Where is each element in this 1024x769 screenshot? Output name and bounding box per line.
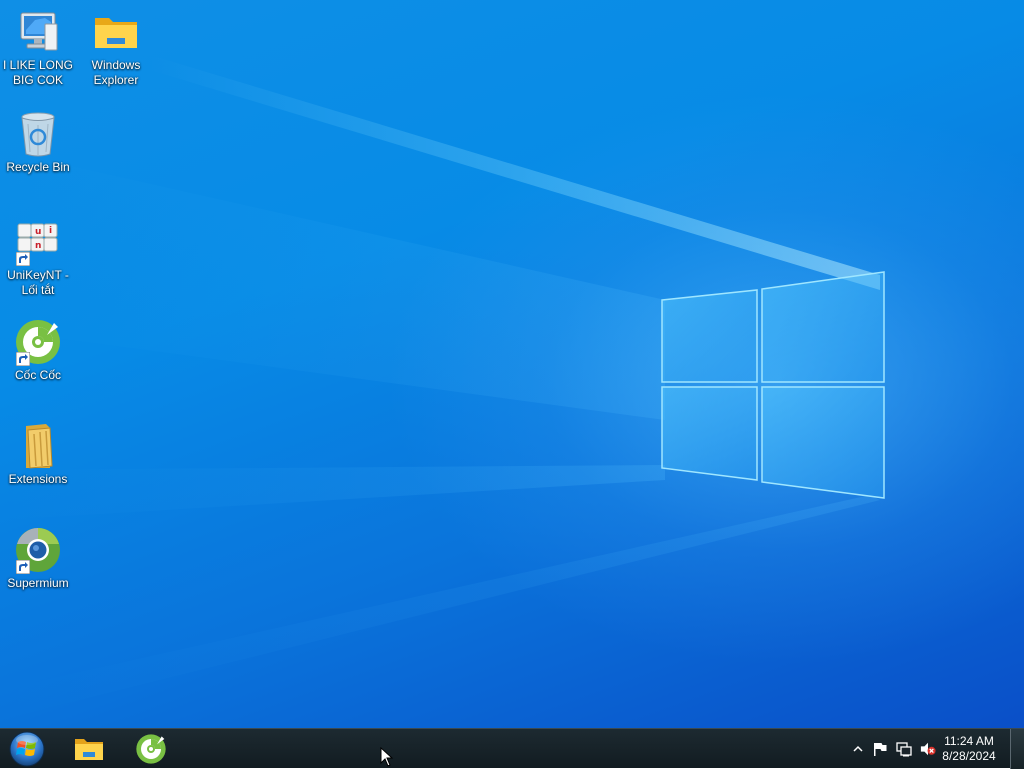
network-icon[interactable]	[896, 741, 912, 757]
svg-text:i: i	[49, 226, 52, 236]
desktop-icon-label: Cốc Cốc	[14, 368, 61, 382]
folder-icon	[92, 8, 140, 56]
show-hidden-icons-icon[interactable]	[850, 741, 866, 757]
clock-time: 11:24 AM	[944, 734, 994, 748]
desktop-icon-unikeynt[interactable]: u i n UniKeyNT - Lối tắt	[0, 218, 76, 298]
taskbar-app-coccoc[interactable]	[127, 731, 175, 767]
taskbar-clock[interactable]: 11:24 AM 8/28/2024	[938, 734, 1000, 764]
start-button[interactable]	[6, 730, 48, 768]
desktop-icon-coccoc[interactable]: Cốc Cốc	[0, 318, 76, 383]
svg-text:u: u	[35, 227, 41, 237]
computer-icon	[14, 8, 62, 56]
windows-start-icon	[9, 731, 45, 767]
folder-icon	[14, 422, 62, 470]
desktop-icon-extensions[interactable]: Extensions	[0, 422, 76, 487]
desktop-icon-label: Windows Explorer	[91, 58, 141, 87]
taskbar[interactable]: 11:24 AM 8/28/2024	[0, 728, 1024, 769]
desktop-icon-label: Supermium	[7, 576, 69, 590]
recycle-bin-icon	[14, 110, 62, 158]
desktop-icon-label: UniKeyNT - Lối tắt	[7, 268, 69, 297]
supermium-icon	[14, 526, 62, 574]
svg-text:n: n	[35, 241, 41, 251]
clock-date: 8/28/2024	[942, 749, 996, 763]
desktop-icon-label: I LIKE LONG BIG COK	[2, 58, 74, 87]
desktop-icon-supermium[interactable]: Supermium	[0, 526, 76, 591]
windows-logo-wallpaper	[661, 271, 885, 499]
unikey-icon: u i n	[14, 218, 62, 266]
mouse-cursor-icon	[380, 747, 394, 767]
show-desktop-button[interactable]	[1010, 729, 1024, 769]
coccoc-icon	[136, 734, 166, 764]
shortcut-arrow-icon	[16, 560, 30, 574]
desktop-icon-computer[interactable]: I LIKE LONG BIG COK	[0, 8, 76, 88]
action-center-flag-icon[interactable]	[872, 741, 888, 757]
coccoc-icon	[14, 318, 62, 366]
volume-muted-icon[interactable]	[920, 741, 936, 757]
shortcut-arrow-icon	[16, 252, 30, 266]
system-tray: 11:24 AM 8/28/2024	[834, 729, 1024, 769]
desktop-icon-recycle-bin[interactable]: Recycle Bin	[0, 110, 76, 175]
desktop-icon-label: Recycle Bin	[6, 160, 70, 174]
shortcut-arrow-icon	[16, 352, 30, 366]
desktop-icon-label: Extensions	[8, 472, 68, 486]
desktop[interactable]: I LIKE LONG BIG COK Windows Explorer Rec…	[0, 0, 1024, 728]
file-explorer-icon	[75, 739, 103, 760]
desktop-icon-windows-explorer[interactable]: Windows Explorer	[78, 8, 154, 88]
taskbar-app-windows-explorer[interactable]	[65, 731, 113, 767]
